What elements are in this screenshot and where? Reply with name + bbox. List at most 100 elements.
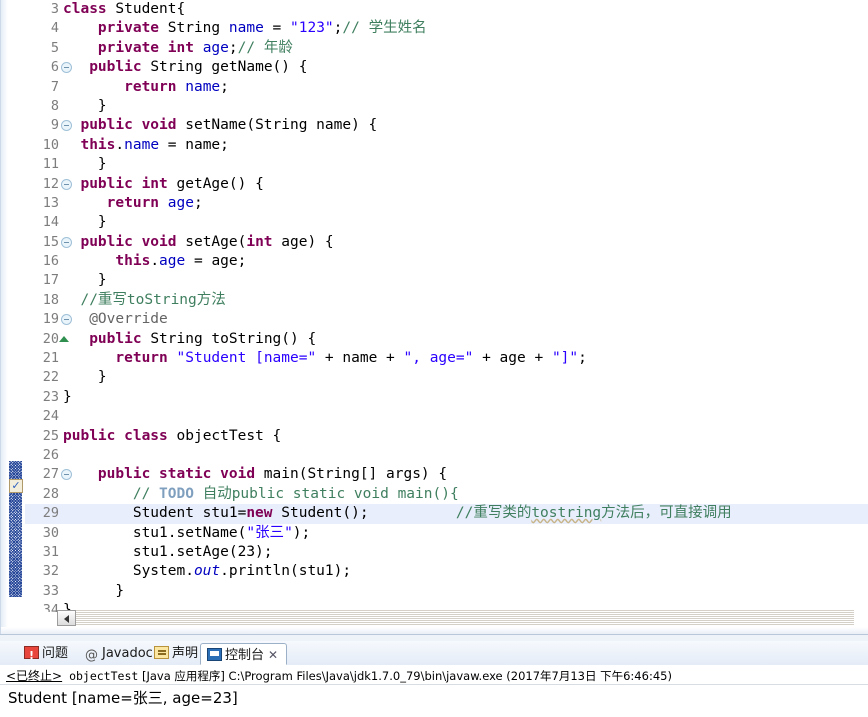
line-text: return age; [106, 194, 203, 211]
line-number: 32 [42, 563, 59, 580]
scroll-left-button[interactable] [57, 610, 76, 626]
line-number: 10 [42, 136, 59, 153]
console-run-status-line: <已终止> objectTest [Java 应用程序] C:\Program … [6, 667, 868, 685]
code-line[interactable]: 9 public void setName(String name) { [25, 116, 868, 135]
console-panel[interactable]: 问题 @ Javadoc 声明 控制台✕ <已终止> objectTest [Ja… [0, 634, 868, 717]
line-number: 23 [42, 388, 59, 405]
tab-problems[interactable]: 问题 [18, 643, 74, 667]
code-line[interactable]: 17 } [25, 271, 868, 290]
code-line[interactable]: 16 this.age = age; [25, 252, 868, 271]
console-output-text: Student [name=张三, age=23] [8, 687, 868, 709]
code-line[interactable]: 28 // TODO 自动public static void main(){ [25, 485, 868, 504]
java-editor[interactable]: 3 class Student{ 4 private String name = … [0, 0, 868, 634]
run-config-name: objectTest [69, 669, 139, 683]
code-line[interactable]: 26 [25, 446, 868, 465]
line-text: public String getName() { [89, 59, 308, 76]
line-number: 14 [42, 214, 59, 231]
editor-horizontal-scrollbar[interactable] [57, 610, 854, 626]
terminated-status: <已终止> [6, 669, 63, 683]
line-text: } [63, 388, 72, 405]
code-area[interactable]: 3 class Student{ 4 private String name = … [25, 0, 868, 612]
line-number: 28 [42, 485, 59, 502]
code-line[interactable]: 11 } [25, 155, 868, 174]
line-text: //重写toString方法 [63, 291, 226, 308]
code-line[interactable]: 20 public String toString() { [25, 330, 868, 349]
tab-label: 声明 [172, 646, 199, 661]
line-number: 7 [50, 78, 59, 95]
line-text: Student stu1=new Student(); //重写类的tostri… [63, 505, 732, 522]
line-text: public String toString() { [89, 330, 317, 347]
console-tabbar[interactable]: 问题 @ Javadoc 声明 控制台✕ [0, 641, 868, 667]
line-number: 12 [42, 175, 59, 192]
code-line[interactable]: 12 public int getAge() { [25, 175, 868, 194]
line-text: public void setName(String name) { [80, 117, 378, 134]
line-text: } [63, 97, 107, 114]
console-divider [0, 684, 868, 685]
line-number: 29 [42, 505, 59, 522]
line-text: } [63, 214, 107, 231]
code-line[interactable]: 10 this.name = name; [25, 136, 868, 155]
code-line[interactable]: 6 public String getName() { [25, 58, 868, 77]
line-text: public void setAge(int age) { [80, 233, 334, 250]
problems-icon [24, 645, 39, 667]
code-line-current[interactable]: 29 Student stu1=new Student(); //重写类的tos… [25, 504, 868, 524]
line-text: this.name = name; [80, 136, 229, 153]
line-number: 24 [42, 408, 59, 425]
code-line[interactable]: 14 } [25, 213, 868, 232]
line-text: public class objectTest { [63, 427, 282, 444]
line-number: 6 [50, 59, 59, 76]
line-text: private String name = "123";// 学生姓名 [97, 20, 427, 37]
line-number: 3 [50, 1, 59, 17]
line-text: private int age;// 年龄 [97, 39, 293, 56]
todo-task-marker-icon[interactable]: ✓ [9, 479, 23, 493]
line-number: 16 [42, 253, 59, 270]
close-icon[interactable]: ✕ [268, 644, 280, 666]
line-number: 34 [42, 602, 59, 612]
line-text: } [63, 156, 107, 173]
code-line[interactable]: 13 return age; [25, 194, 868, 213]
line-text: // TODO 自动public static void main(){ [132, 485, 459, 502]
code-line[interactable]: 18 //重写toString方法 [25, 291, 868, 310]
declaration-icon [154, 646, 169, 659]
code-line[interactable]: 33 } [25, 582, 868, 601]
code-line[interactable]: 8 } [25, 97, 868, 116]
line-number: 8 [50, 97, 59, 114]
code-line[interactable]: 3 class Student{ [25, 0, 868, 19]
code-line[interactable]: 21 return "Student [name=" + name + ", a… [25, 349, 868, 368]
code-line[interactable]: 4 private String name = "123";// 学生姓名 [25, 19, 868, 38]
code-line[interactable]: 19 @Override [25, 310, 868, 329]
code-line[interactable]: 23} [25, 388, 868, 407]
code-line[interactable]: 22 } [25, 368, 868, 387]
tab-declaration[interactable]: 声明 [148, 643, 204, 665]
line-text: this.age = age; [115, 253, 247, 270]
tab-label: Javadoc [102, 646, 153, 661]
code-line[interactable]: 25 public class objectTest { [25, 427, 868, 446]
line-number: 25 [42, 427, 59, 444]
code-line[interactable]: 5 private int age;// 年龄 [25, 39, 868, 58]
editor-left-edge [1, 0, 8, 634]
line-text: stu1.setAge(23); [63, 543, 273, 560]
code-line[interactable]: 31 stu1.setAge(23); [25, 543, 868, 562]
line-number: 33 [42, 582, 59, 599]
line-text: public static void main(String[] args) { [97, 466, 448, 483]
console-output-area[interactable]: <已终止> objectTest [Java 应用程序] C:\Program … [0, 665, 868, 717]
line-number: 26 [42, 446, 59, 463]
line-number: 9 [50, 117, 59, 134]
program-output: Student [name=张三, age=23] [8, 689, 238, 707]
line-number: 17 [42, 272, 59, 289]
code-line[interactable]: 24 [25, 407, 868, 426]
line-number: 5 [50, 39, 59, 56]
code-line[interactable]: 7 return name; [25, 78, 868, 97]
code-line[interactable]: 15 public void setAge(int age) { [25, 233, 868, 252]
line-text: return "Student [name=" + name + ", age=… [115, 350, 587, 367]
code-line[interactable]: 32 System.out.println(stu1); [25, 562, 868, 581]
code-line[interactable]: 27 public static void main(String[] args… [25, 465, 868, 484]
tab-console[interactable]: 控制台 ✕ [200, 643, 288, 666]
line-number: 31 [42, 543, 59, 560]
line-text: } [63, 369, 107, 386]
line-number: 13 [42, 194, 59, 211]
line-number: 18 [42, 291, 59, 308]
tab-javadoc[interactable]: @ Javadoc [78, 643, 159, 665]
code-line[interactable]: 30 stu1.setName("张三"); [25, 524, 868, 543]
line-number: 11 [42, 156, 59, 173]
